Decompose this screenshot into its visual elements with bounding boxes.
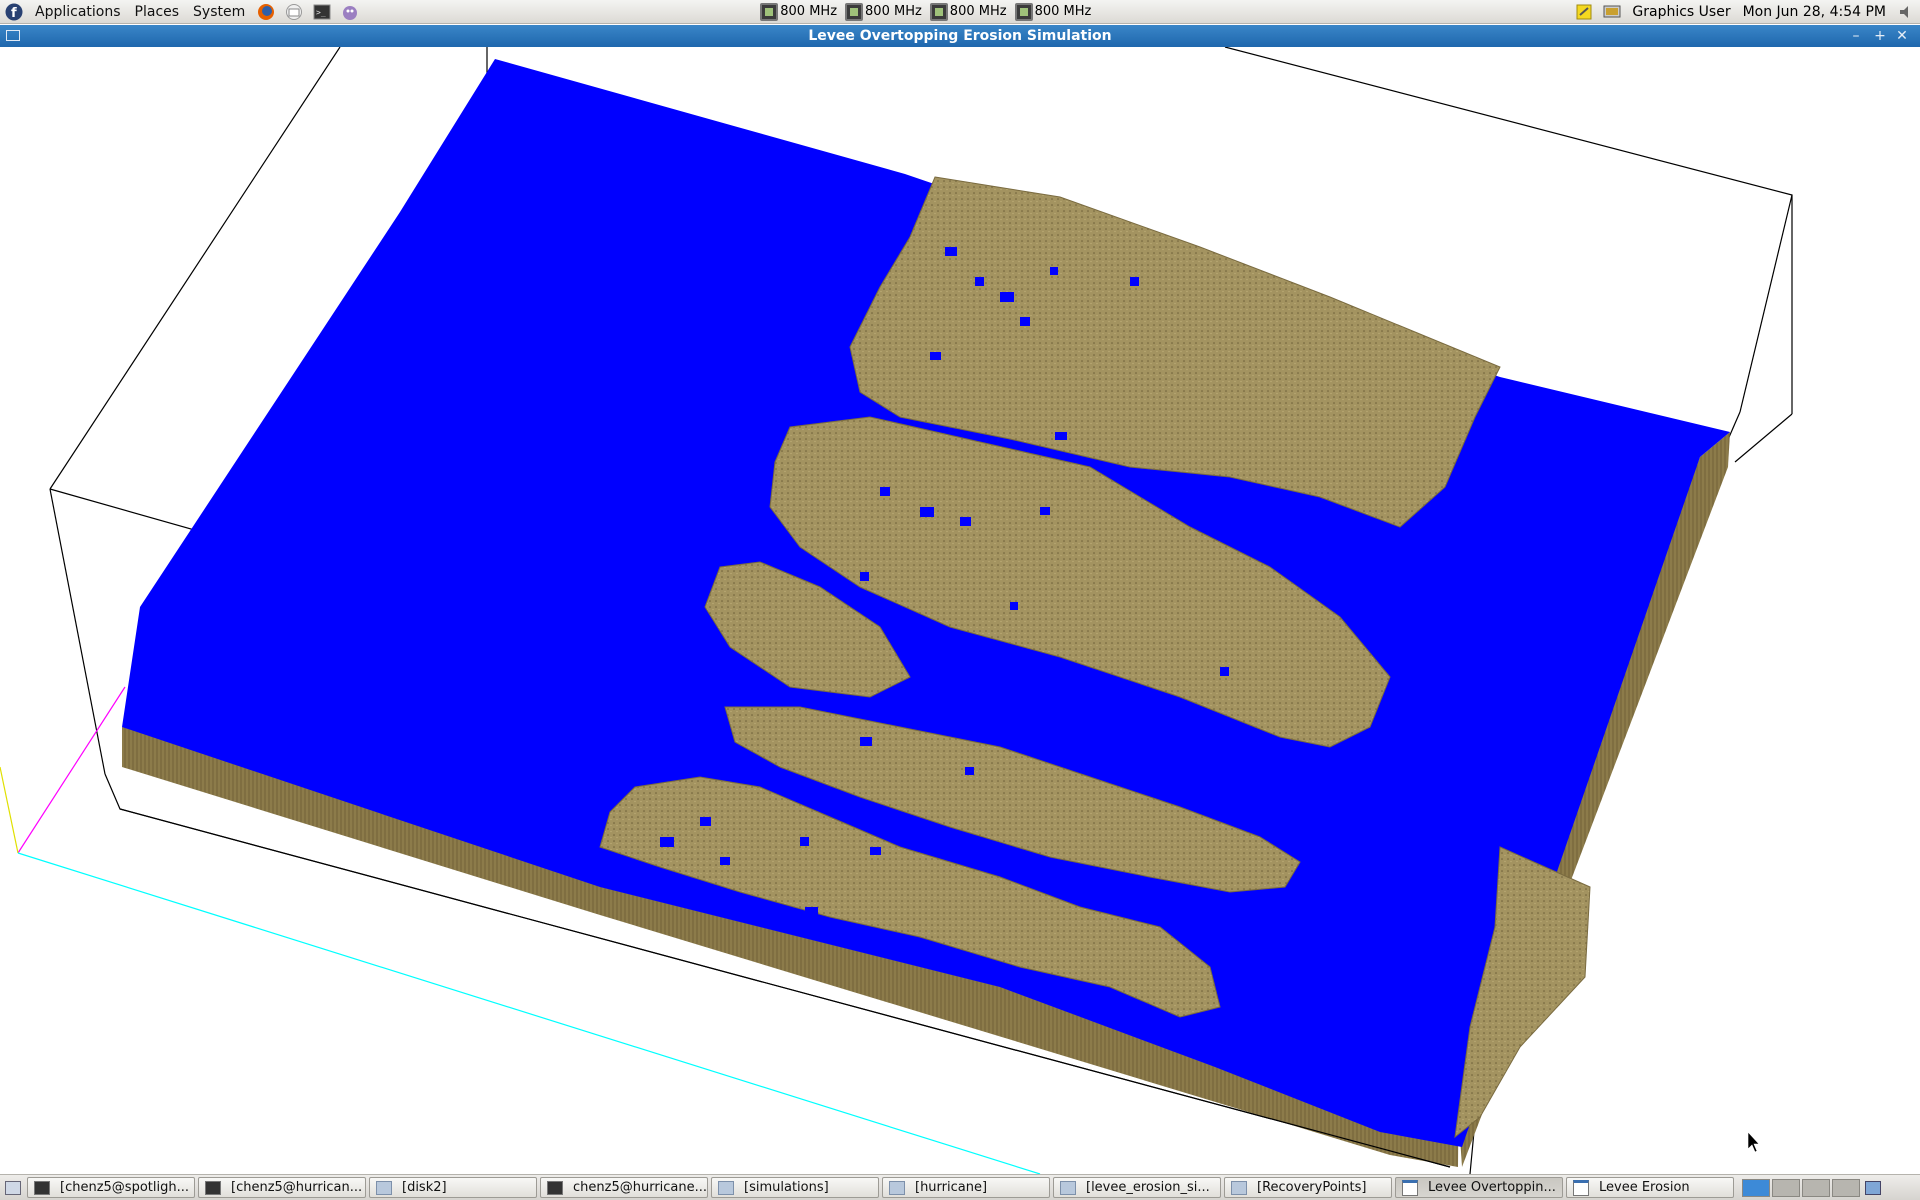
workspace-3[interactable] xyxy=(1802,1178,1830,1197)
window-list-icon[interactable] xyxy=(1864,1178,1882,1198)
axis-line xyxy=(0,766,19,854)
terminal-icon[interactable]: >_ xyxy=(312,2,332,22)
axis-line xyxy=(17,686,126,854)
cpu-chip-icon xyxy=(929,2,948,21)
taskbar-item[interactable]: [chenz5@spotligh... xyxy=(27,1177,195,1198)
workspace-1[interactable] xyxy=(1742,1178,1770,1197)
taskbar-item[interactable]: chenz5@hurricane... xyxy=(540,1177,708,1198)
clock[interactable]: Mon Jun 28, 4:54 PM xyxy=(1743,4,1886,20)
window-icon xyxy=(1573,1179,1589,1196)
cpu-chip-icon xyxy=(760,2,779,21)
cpu-chip-icon xyxy=(1014,2,1033,21)
email-icon[interactable] xyxy=(284,2,304,22)
user-name[interactable]: Graphics User xyxy=(1632,4,1730,20)
taskbar-item[interactable]: [levee_erosion_si... xyxy=(1053,1177,1221,1198)
svg-text:>_: >_ xyxy=(316,8,326,17)
terrain-render xyxy=(0,47,1793,1174)
taskbar-item[interactable]: [chenz5@hurrican... xyxy=(198,1177,366,1198)
applications-menu[interactable]: Applications xyxy=(28,0,128,24)
mouse-cursor-icon xyxy=(1747,1131,1760,1153)
pidgin-icon[interactable] xyxy=(340,2,360,22)
folder-icon xyxy=(718,1180,734,1195)
fedora-logo-icon[interactable]: f xyxy=(4,2,24,22)
window-icon xyxy=(1402,1179,1418,1196)
folder-icon xyxy=(1060,1180,1076,1195)
cpu-monitor-1[interactable]: 800 MHz xyxy=(760,2,837,21)
taskbar-item[interactable]: [hurricane] xyxy=(882,1177,1050,1198)
workspace-4[interactable] xyxy=(1832,1178,1860,1197)
minimize-icon[interactable]: – xyxy=(1846,27,1866,45)
taskbar-item[interactable]: Levee Erosion xyxy=(1566,1177,1734,1198)
notes-icon[interactable] xyxy=(1574,2,1594,22)
top-panel: f Applications Places System >_ 800 MHz … xyxy=(0,0,1920,24)
taskbar-item[interactable]: [simulations] xyxy=(711,1177,879,1198)
window-title: Levee Overtopping Erosion Simulation xyxy=(808,28,1112,44)
terminal-icon xyxy=(205,1180,221,1195)
taskbar-item[interactable]: [RecoveryPoints] xyxy=(1224,1177,1392,1198)
close-icon[interactable]: ✕ xyxy=(1892,27,1912,45)
workspace-2[interactable] xyxy=(1772,1178,1800,1197)
cpu-chip-icon xyxy=(845,2,864,21)
svg-text:f: f xyxy=(11,6,17,21)
terminal-icon xyxy=(34,1180,50,1195)
cpu-monitor-2[interactable]: 800 MHz xyxy=(845,2,922,21)
system-menu[interactable]: System xyxy=(186,0,252,24)
folder-icon xyxy=(889,1180,905,1195)
cpu-monitor-4[interactable]: 800 MHz xyxy=(1014,2,1091,21)
bottom-panel: [chenz5@spotligh... [chenz5@hurrican... … xyxy=(0,1174,1920,1200)
folder-icon xyxy=(1231,1180,1247,1195)
places-menu[interactable]: Places xyxy=(128,0,187,24)
taskbar-item[interactable]: [disk2] xyxy=(369,1177,537,1198)
folder-icon xyxy=(376,1180,392,1195)
terminal-icon xyxy=(547,1180,563,1195)
cpu-monitor-3[interactable]: 800 MHz xyxy=(929,2,1007,21)
workspace-switcher[interactable] xyxy=(1740,1178,1860,1197)
display-icon[interactable] xyxy=(1602,2,1622,22)
firefox-icon[interactable] xyxy=(256,2,276,22)
window-title-bar[interactable]: Levee Overtopping Erosion Simulation – +… xyxy=(0,25,1920,47)
taskbar-item-active[interactable]: Levee Overtoppin... xyxy=(1395,1177,1563,1198)
show-desktop-icon[interactable] xyxy=(4,1178,22,1198)
maximize-icon[interactable]: + xyxy=(1870,27,1890,45)
simulation-viewport[interactable] xyxy=(0,47,1920,1174)
volume-icon[interactable] xyxy=(1896,2,1916,22)
